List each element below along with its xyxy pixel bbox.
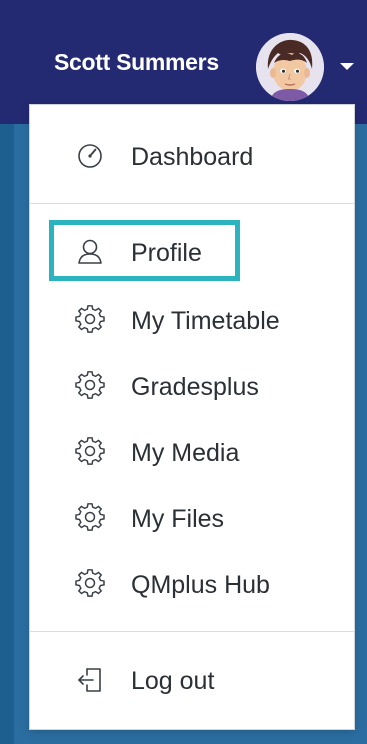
gear-icon: [75, 305, 105, 333]
gear-icon: [75, 437, 105, 465]
user-dropdown-menu: Dashboard Profile My Timetable Gradesplu…: [29, 104, 355, 730]
menu-divider: [30, 631, 354, 632]
menu-item-gradesplus[interactable]: Gradesplus: [30, 361, 354, 411]
menu-item-label: Log out: [131, 667, 215, 695]
menu-item-label: My Timetable: [131, 307, 280, 335]
menu-item-my-timetable[interactable]: My Timetable: [30, 295, 354, 345]
user-name[interactable]: Scott Summers: [54, 49, 219, 76]
speedometer-icon: [78, 144, 102, 168]
menu-item-my-files[interactable]: My Files: [30, 493, 354, 543]
menu-item-qmplus-hub[interactable]: QMplus Hub: [30, 559, 354, 609]
menu-item-log-out[interactable]: Log out: [30, 655, 354, 705]
chevron-down-icon[interactable]: [336, 55, 358, 77]
menu-item-my-media[interactable]: My Media: [30, 427, 354, 477]
gear-icon: [75, 569, 105, 597]
menu-item-label: QMplus Hub: [131, 571, 270, 599]
menu-item-label: My Files: [131, 505, 225, 533]
gear-icon: [75, 503, 105, 531]
page-side-strip: [0, 124, 14, 744]
profile-focus-highlight: [49, 220, 240, 281]
menu-item-label: Dashboard: [131, 143, 254, 171]
avatar[interactable]: [256, 33, 324, 101]
menu-item-label: My Media: [131, 439, 240, 467]
menu-item-label: Gradesplus: [131, 373, 259, 401]
menu-item-dashboard[interactable]: Dashboard: [30, 131, 354, 181]
gear-icon: [75, 371, 105, 399]
logout-icon: [78, 668, 101, 692]
menu-divider: [30, 203, 354, 204]
